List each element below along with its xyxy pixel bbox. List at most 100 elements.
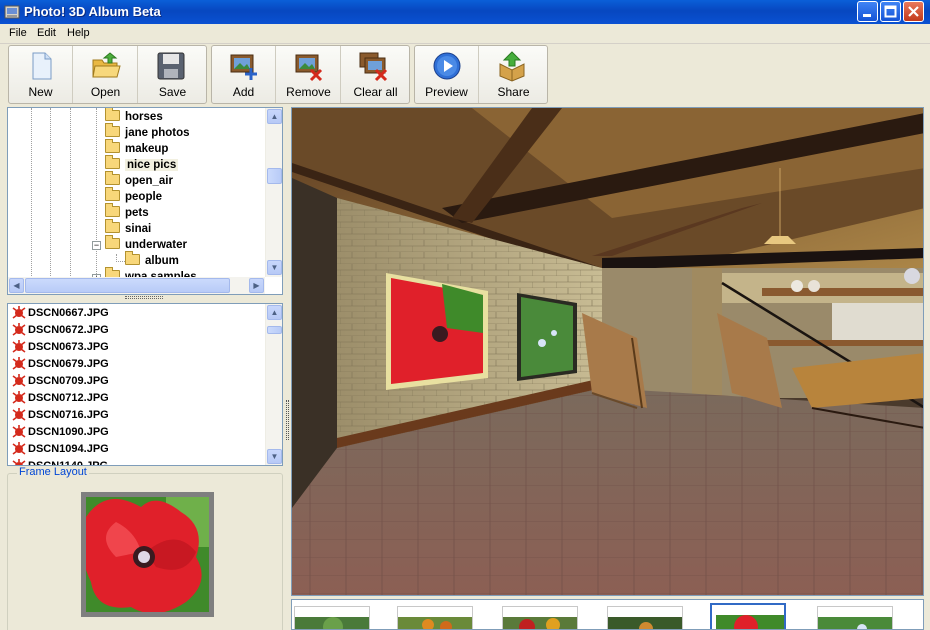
remove-picture-icon bbox=[295, 54, 323, 82]
folder-tree[interactable]: horses jane photos makeup nice pics open… bbox=[7, 107, 283, 295]
folder-icon bbox=[105, 123, 120, 138]
remove-label: Remove bbox=[286, 85, 331, 99]
tree-item-horses[interactable]: horses bbox=[105, 108, 163, 125]
file-name: DSCN0672.JPG bbox=[28, 324, 109, 336]
add-label: Add bbox=[232, 85, 255, 99]
close-icon bbox=[908, 6, 919, 17]
3d-album-view[interactable] bbox=[291, 107, 924, 596]
remove-button[interactable]: Remove bbox=[277, 46, 341, 103]
folder-icon bbox=[105, 187, 120, 202]
file-name: DSCN0709.JPG bbox=[28, 375, 109, 387]
tree-item-makeup[interactable]: makeup bbox=[105, 139, 169, 157]
folder-icon bbox=[125, 251, 140, 266]
menu-edit[interactable]: Edit bbox=[37, 27, 56, 39]
file-list-item[interactable]: DSCN1140.JPG bbox=[12, 458, 108, 465]
image-file-icon bbox=[12, 373, 26, 387]
file-list-item[interactable]: DSCN0679.JPG bbox=[12, 356, 109, 373]
file-name: DSCN0716.JPG bbox=[28, 409, 109, 421]
file-name: DSCN0673.JPG bbox=[28, 341, 109, 353]
horizontal-splitter[interactable] bbox=[125, 296, 163, 299]
image-file-icon bbox=[12, 339, 26, 353]
tree-vertical-scrollbar[interactable]: ▲ ▼ bbox=[265, 108, 282, 277]
image-file-icon bbox=[12, 424, 26, 438]
tree-item-jane-photos[interactable]: jane photos bbox=[105, 123, 190, 141]
scroll-thumb[interactable] bbox=[267, 326, 282, 334]
share-label: Share bbox=[497, 85, 530, 99]
tree-item-label: people bbox=[125, 191, 163, 203]
strip-thumbnail[interactable] bbox=[817, 606, 893, 629]
scroll-down-icon[interactable]: ▼ bbox=[267, 449, 282, 464]
strip-thumbnail[interactable] bbox=[607, 606, 683, 629]
tree-item-label: jane photos bbox=[125, 127, 190, 139]
menu-help[interactable]: Help bbox=[67, 27, 90, 39]
toolbar: New Open Save Add Remove Clear all Previ… bbox=[0, 44, 930, 106]
scroll-thumb[interactable] bbox=[25, 278, 230, 293]
collapse-toggle[interactable]: − bbox=[92, 241, 101, 250]
file-list-item[interactable]: DSCN0673.JPG bbox=[12, 339, 109, 356]
app-icon bbox=[4, 5, 20, 19]
file-name: DSCN1090.JPG bbox=[28, 426, 109, 438]
scroll-up-icon[interactable]: ▲ bbox=[267, 109, 282, 124]
maximize-icon bbox=[884, 5, 897, 18]
tree-item-underwater[interactable]: underwater bbox=[105, 235, 187, 253]
minimize-icon bbox=[863, 14, 871, 17]
scroll-up-icon[interactable]: ▲ bbox=[267, 305, 282, 320]
vertical-splitter[interactable] bbox=[286, 400, 289, 440]
tree-item-open-air[interactable]: open_air bbox=[105, 171, 173, 189]
clear-all-icon bbox=[359, 52, 388, 82]
file-list-item[interactable]: DSCN1090.JPG bbox=[12, 424, 109, 441]
new-button[interactable]: New bbox=[9, 46, 73, 103]
image-file-icon bbox=[12, 322, 26, 336]
maximize-button[interactable] bbox=[880, 1, 901, 22]
strip-thumbnail-selected[interactable] bbox=[710, 603, 786, 629]
thumbnail-image bbox=[712, 605, 784, 629]
preview-button[interactable]: Preview bbox=[415, 46, 479, 103]
file-list-scrollbar[interactable]: ▲ ▼ bbox=[265, 304, 282, 465]
new-label: New bbox=[28, 85, 53, 99]
strip-thumbnail[interactable] bbox=[502, 606, 578, 629]
tree-horizontal-scrollbar[interactable]: ◀ ▶ bbox=[8, 277, 265, 294]
window-title: Photo! 3D Album Beta bbox=[24, 4, 161, 19]
folder-icon bbox=[105, 108, 120, 122]
scroll-right-icon[interactable]: ▶ bbox=[249, 278, 264, 293]
strip-thumbnail[interactable] bbox=[294, 606, 370, 629]
thumbnail-image bbox=[295, 607, 369, 629]
add-button[interactable]: Add bbox=[212, 46, 276, 103]
scroll-thumb[interactable] bbox=[267, 168, 282, 184]
scroll-left-icon[interactable]: ◀ bbox=[9, 278, 24, 293]
new-document-icon bbox=[32, 52, 52, 80]
clear-all-button[interactable]: Clear all bbox=[342, 46, 409, 103]
save-button[interactable]: Save bbox=[139, 46, 206, 103]
minimize-button[interactable] bbox=[857, 1, 878, 22]
save-disk-icon bbox=[157, 52, 185, 80]
file-list[interactable]: DSCN0667.JPG DSCN0672.JPG DSCN0673.JPG DSCN… bbox=[7, 303, 283, 466]
menu-file[interactable]: File bbox=[9, 27, 27, 39]
tree-item-label: open_air bbox=[125, 175, 173, 187]
open-button[interactable]: Open bbox=[74, 46, 138, 103]
close-button[interactable] bbox=[903, 1, 924, 22]
strip-thumbnail[interactable] bbox=[397, 606, 473, 629]
tree-item-nice-pics[interactable]: nice pics bbox=[105, 155, 179, 173]
scroll-down-icon[interactable]: ▼ bbox=[267, 260, 282, 275]
save-label: Save bbox=[158, 85, 187, 99]
title-bar[interactable]: Photo! 3D Album Beta bbox=[0, 0, 930, 24]
open-folder-icon bbox=[92, 52, 121, 78]
open-label: Open bbox=[90, 85, 121, 99]
tree-item-people[interactable]: people bbox=[105, 187, 163, 205]
frame-layout-group: Frame Layout bbox=[7, 466, 283, 630]
file-list-item[interactable]: DSCN0667.JPG bbox=[12, 305, 109, 322]
file-list-item[interactable]: DSCN0716.JPG bbox=[12, 407, 109, 424]
file-list-item[interactable]: DSCN0709.JPG bbox=[12, 373, 109, 390]
right-edge bbox=[924, 107, 930, 630]
tree-item-album[interactable]: album bbox=[125, 251, 179, 269]
folder-icon bbox=[105, 235, 120, 250]
share-box-icon bbox=[499, 51, 525, 82]
tree-item-label: makeup bbox=[125, 143, 169, 155]
frame-layout-legend: Frame Layout bbox=[17, 466, 89, 478]
file-list-item[interactable]: DSCN1094.JPG bbox=[12, 441, 109, 458]
file-list-item[interactable]: DSCN0712.JPG bbox=[12, 390, 109, 407]
frame-preview[interactable] bbox=[81, 492, 214, 617]
file-list-item[interactable]: DSCN0672.JPG bbox=[12, 322, 109, 339]
share-button[interactable]: Share bbox=[480, 46, 547, 103]
image-file-icon bbox=[12, 441, 26, 455]
